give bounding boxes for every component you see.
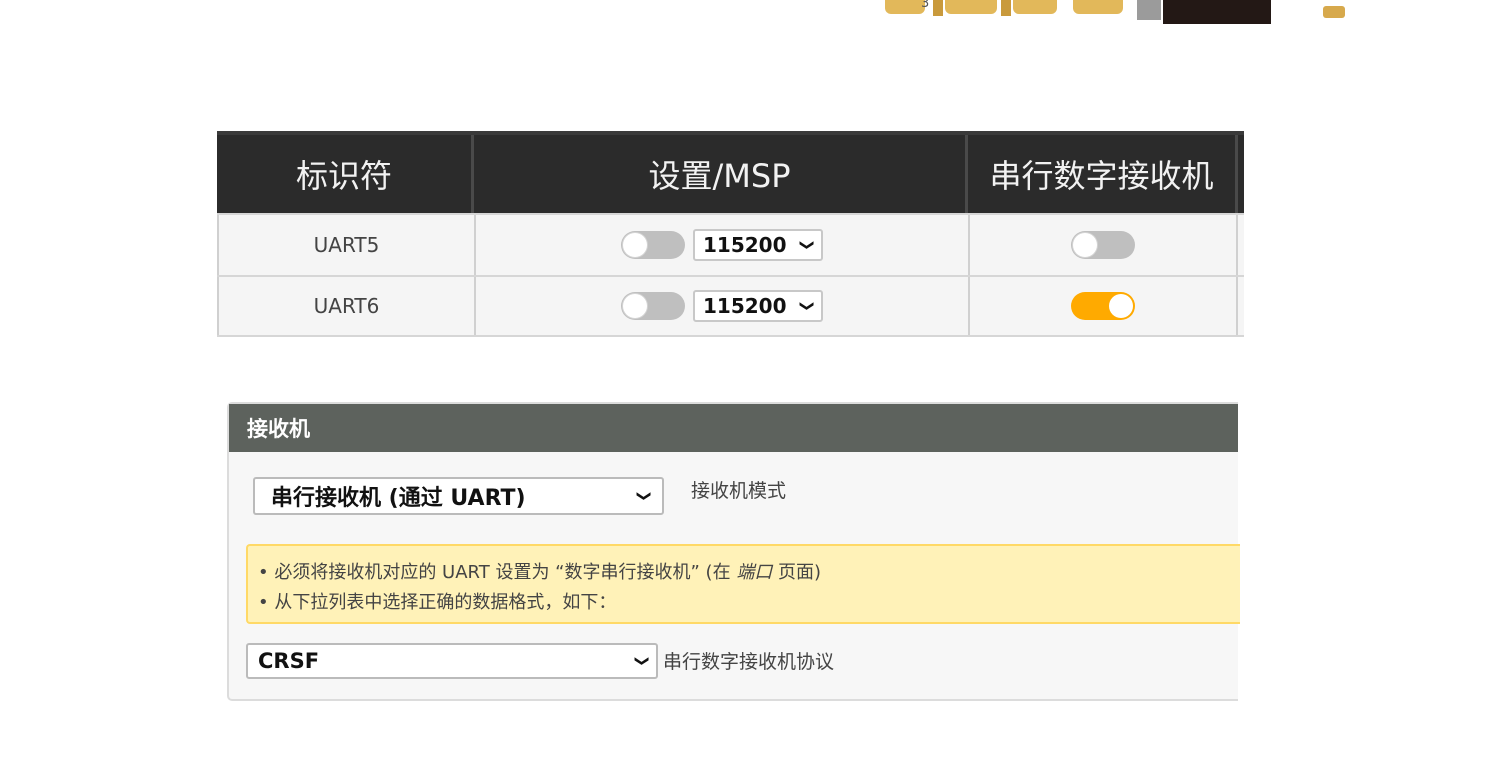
solder-pad [1073, 0, 1123, 14]
table-header: 标识符 设置/MSP 串行数字接收机 [217, 131, 1244, 213]
column-header-msp: 设置/MSP [474, 135, 968, 213]
receiver-note: • 必须将接收机对应的 UART 设置为 “数字串行接收机” (在 端口 页面)… [246, 544, 1240, 624]
component [1137, 0, 1161, 20]
receiver-mode-select[interactable]: 串行接收机 (通过 UART) ❯ [253, 477, 664, 515]
flight-controller-photo: 3 [845, 0, 1365, 26]
serial-protocol-select[interactable]: CRSF ❯ [246, 643, 658, 679]
chevron-down-icon: ❯ [799, 300, 816, 312]
ports-table: 标识符 设置/MSP 串行数字接收机 UART5 115200 ❯ UART6 … [217, 131, 1244, 337]
solder-pad [1323, 6, 1345, 18]
receiver-mode-label: 接收机模式 [691, 480, 787, 502]
serial-rx-toggle[interactable] [1071, 231, 1135, 259]
connector [1163, 0, 1271, 24]
solder-pad [885, 0, 925, 14]
baud-rate-value: 115200 [703, 233, 787, 257]
baud-rate-value: 115200 [703, 294, 787, 318]
msp-toggle[interactable] [621, 231, 685, 259]
serial-rx-cell [968, 277, 1238, 335]
pin [1001, 0, 1011, 16]
chevron-down-icon: ❯ [636, 490, 653, 502]
msp-cell: 115200 ❯ [474, 215, 968, 275]
baud-rate-select[interactable]: 115200 ❯ [693, 229, 823, 261]
receiver-panel: 接收机 串行接收机 (通过 UART) ❯ 接收机模式 • 必须将接收机对应的 … [227, 402, 1240, 701]
note-line-2: • 从下拉列表中选择正确的数据格式，如下： [258, 592, 617, 613]
msp-toggle[interactable] [621, 292, 685, 320]
serial-rx-toggle[interactable] [1071, 292, 1135, 320]
column-header-identifier: 标识符 [217, 135, 474, 213]
pin [933, 0, 943, 16]
chevron-down-icon: ❯ [634, 655, 651, 667]
receiver-mode-value: 串行接收机 (通过 UART) [271, 486, 526, 511]
solder-pad [945, 0, 997, 14]
note-line-1-end: 页面) [772, 562, 822, 583]
solder-pad [1013, 0, 1057, 14]
table-row: UART5 115200 ❯ [217, 213, 1244, 275]
note-line-1-start: • 必须将接收机对应的 UART 设置为 “数字串行接收机” (在 [258, 562, 737, 583]
identifier-cell: UART6 [217, 277, 474, 335]
serial-protocol-value: CRSF [258, 649, 320, 673]
identifier-cell: UART5 [217, 215, 474, 275]
receiver-panel-title: 接收机 [229, 404, 1238, 452]
msp-cell: 115200 ❯ [474, 277, 968, 335]
serial-protocol-label: 串行数字接收机协议 [663, 651, 835, 673]
port-identifier: UART5 [313, 233, 380, 257]
serial-rx-cell [968, 215, 1238, 275]
table-row: UART6 115200 ❯ [217, 275, 1244, 337]
ports-page-link: 端口 [736, 562, 773, 583]
port-identifier: UART6 [313, 294, 380, 318]
chevron-down-icon: ❯ [799, 239, 816, 251]
baud-rate-select[interactable]: 115200 ❯ [693, 290, 823, 322]
silkscreen-number: 3 [921, 0, 930, 11]
column-header-serial-rx: 串行数字接收机 [968, 135, 1238, 213]
note-line-1: • 必须将接收机对应的 UART 设置为 “数字串行接收机” (在 端口 页面) [258, 558, 1240, 588]
